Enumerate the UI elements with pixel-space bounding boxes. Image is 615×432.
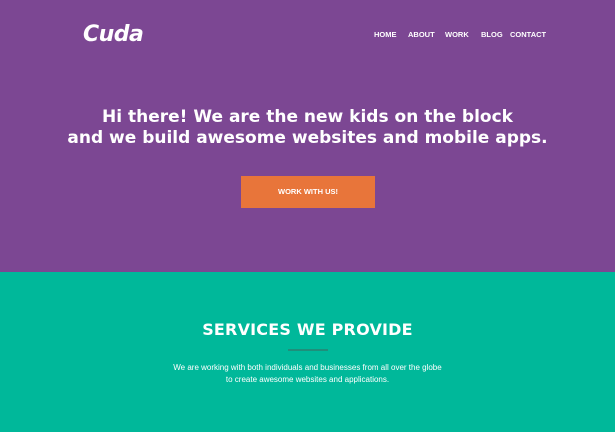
- services-description: We are working with both individuals and…: [0, 362, 615, 386]
- nav-item-work[interactable]: WORK: [445, 30, 469, 39]
- hero-headline-line2: and we build awesome websites and mobile…: [67, 128, 548, 148]
- hero-section: Cuda HOME ABOUT WORK BLOG CONTACT Hi the…: [0, 0, 615, 272]
- services-description-line1: We are working with both individuals and…: [173, 363, 442, 372]
- hero-headline: Hi there! We are the new kids on the blo…: [0, 107, 615, 149]
- work-with-us-button[interactable]: WORK WITH US!: [241, 176, 375, 208]
- nav-item-about[interactable]: ABOUT: [408, 30, 435, 39]
- services-title: SERVICES WE PROVIDE: [202, 320, 413, 339]
- hero-headline-line1: Hi there! We are the new kids on the blo…: [102, 107, 513, 127]
- services-divider: [288, 349, 328, 351]
- services-description-line2: to create awesome websites and applicati…: [225, 375, 390, 384]
- nav-item-blog[interactable]: BLOG: [481, 30, 503, 39]
- nav-item-home[interactable]: HOME: [374, 30, 397, 39]
- services-section: SERVICES WE PROVIDE We are working with …: [0, 272, 615, 432]
- nav-item-contact[interactable]: CONTACT: [510, 30, 546, 39]
- main-nav: HOME ABOUT WORK BLOG CONTACT: [0, 30, 615, 42]
